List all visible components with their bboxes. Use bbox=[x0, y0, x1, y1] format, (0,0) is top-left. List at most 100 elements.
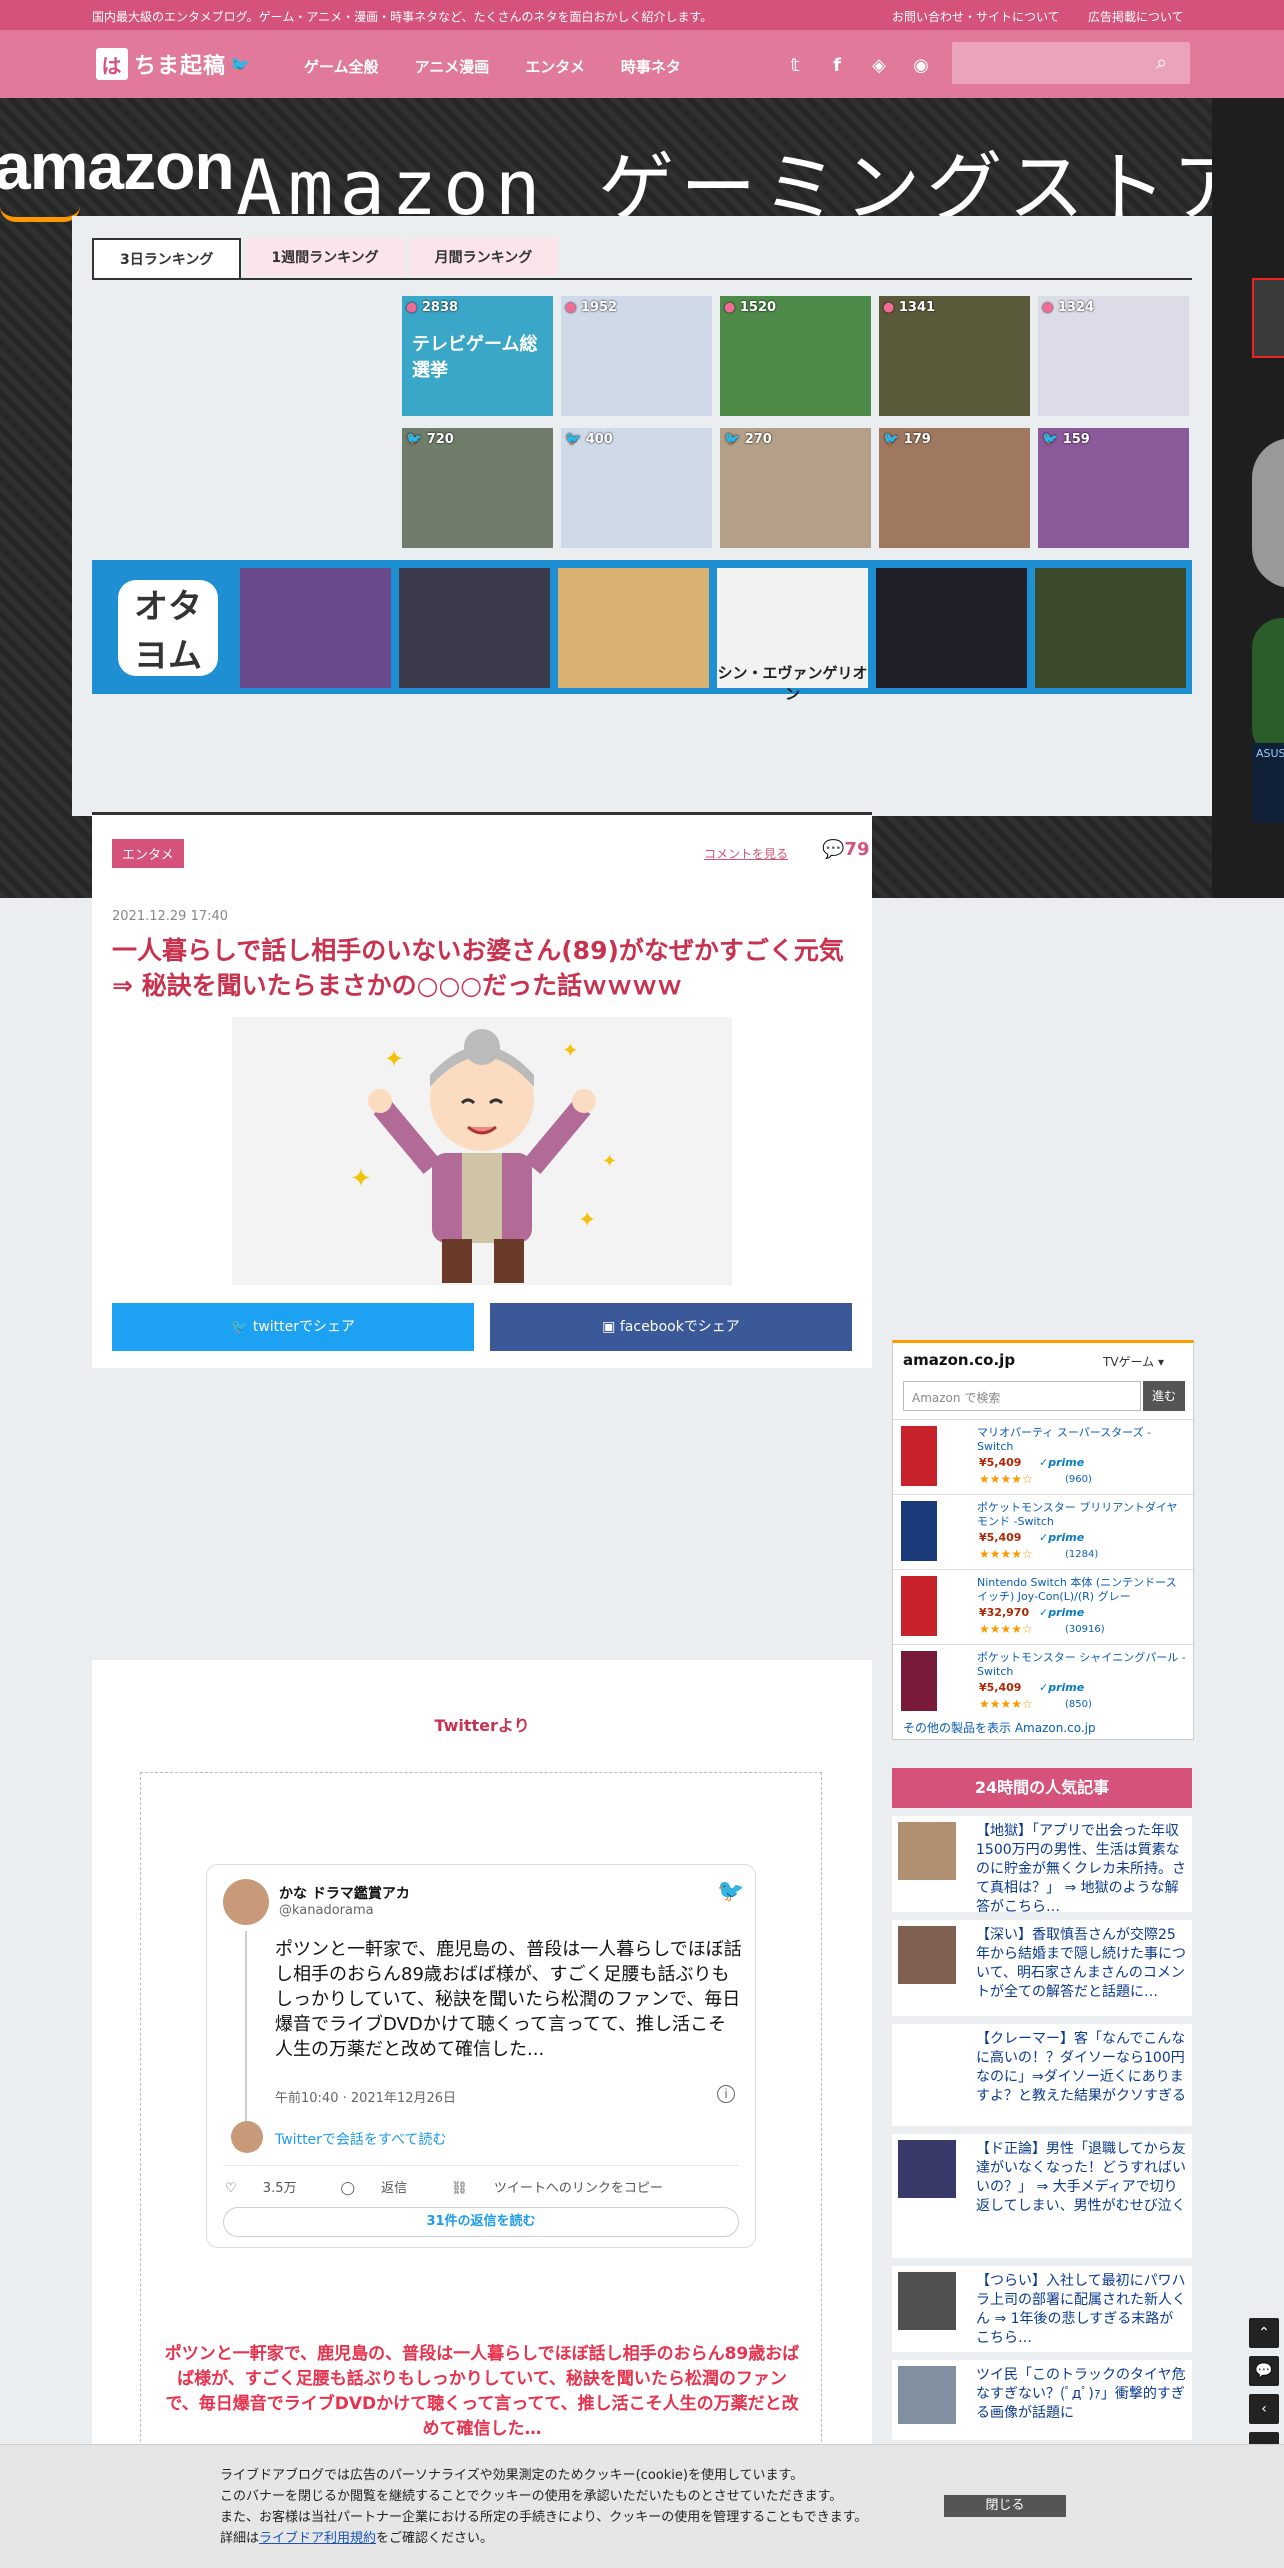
read-replies-button[interactable]: 31件の返信を読む bbox=[223, 2207, 739, 2237]
tab-1week[interactable]: 1週間ランキング bbox=[245, 238, 405, 276]
otayomu-thumbnail[interactable]: シン・エヴァンゲリオン bbox=[717, 568, 868, 703]
count-value: 159 bbox=[1062, 432, 1090, 447]
popular-title[interactable]: 【深い】香取慎吾さんが交際25年から結婚まで隠し続けた事について、明石家さんまさ… bbox=[976, 1926, 1186, 2002]
twitter-icon: 🐦 bbox=[883, 432, 904, 447]
amazon-logo[interactable]: amazon.co.jp bbox=[903, 1351, 1015, 1369]
ranking-item[interactable]: 🐦 720 bbox=[402, 428, 553, 548]
amazon-product[interactable]: マリオパーティ スーパースターズ -Switch ¥5,409 ✓prime ★★★★… bbox=[893, 1419, 1193, 1493]
otayomu-thumbnail[interactable] bbox=[876, 568, 1027, 688]
otayomu-thumbnail[interactable] bbox=[558, 568, 709, 688]
product-name[interactable]: Nintendo Switch 本体 (ニンテンドースイッチ) Joy-Con(… bbox=[977, 1576, 1187, 1604]
comment-count[interactable]: 💬79 bbox=[822, 839, 869, 860]
review-count[interactable]: (850) bbox=[1065, 1699, 1092, 1710]
ranking-item[interactable]: 🐦 400 bbox=[561, 428, 712, 548]
tweet-time[interactable]: 午前10:40 · 2021年12月26日 bbox=[275, 2087, 456, 2106]
twitter-bird-icon[interactable]: 🐦 bbox=[717, 1879, 744, 1904]
review-count[interactable]: (1284) bbox=[1065, 1549, 1098, 1560]
review-count[interactable]: (960) bbox=[1065, 1474, 1092, 1485]
ranking-item[interactable]: ● 1520 bbox=[720, 296, 871, 416]
tweet-author-name[interactable]: かな ドラマ鑑賞アカ bbox=[279, 1883, 410, 1903]
twitter-icon[interactable]: 𝕥 bbox=[780, 50, 810, 80]
popular-item[interactable]: 【ド正論】男性「退職してから友達がいなくなった！どうすればいいの？」 ⇒ 大手メ… bbox=[892, 2134, 1192, 2258]
popular-thumbnail bbox=[898, 2272, 956, 2330]
otayomu-thumbnail[interactable] bbox=[240, 568, 391, 688]
comment-icon: ● bbox=[565, 300, 581, 315]
ranking-item[interactable]: 🐦 159 bbox=[1038, 428, 1189, 548]
cookie-banner: ライブドアブログでは広告のパーソナライズや効果測定のためクッキー(cookie)… bbox=[0, 2444, 1284, 2568]
ranking-item[interactable]: 🐦 179 bbox=[879, 428, 1030, 548]
chevron-left-icon[interactable]: ‹ bbox=[1249, 2394, 1279, 2424]
category-tag[interactable]: エンタメ bbox=[112, 839, 184, 868]
popular-title[interactable]: 【クレーマー】客「なんでこんなに高いの！？ダイソーなら100円なのに」⇒ダイソー… bbox=[976, 2030, 1186, 2106]
popular-item[interactable]: 【クレーマー】客「なんでこんなに高いの！？ダイソーなら100円なのに」⇒ダイソー… bbox=[892, 2024, 1192, 2126]
share-facebook-label: facebookでシェア bbox=[619, 1319, 740, 1335]
popular-title[interactable]: 【地獄】「アプリで出会った年収1500万円の男性、生活は質素なのに貯金が無くクレ… bbox=[976, 1822, 1186, 1917]
ads-link[interactable]: 広告掲載について bbox=[1088, 8, 1184, 25]
category-select[interactable]: TVゲーム ▾ bbox=[1103, 1353, 1164, 1370]
ranking-item[interactable]: 🐦 270 bbox=[720, 428, 871, 548]
nav-news[interactable]: 時事ネタ bbox=[621, 56, 681, 77]
facebook-icon[interactable]: f bbox=[822, 50, 852, 80]
ranking-item[interactable]: ● 1341 bbox=[879, 296, 1030, 416]
scroll-top-icon[interactable]: ⌃ bbox=[1249, 2318, 1279, 2348]
feedly-icon[interactable]: ◈ bbox=[864, 50, 894, 80]
nav-anime[interactable]: アニメ漫画 bbox=[415, 56, 490, 77]
tweet-author-handle[interactable]: @kanadorama bbox=[279, 1903, 374, 1918]
popular-title[interactable]: ツイ民「このトラックのタイヤ危なすぎない？(ﾟдﾟ)ｧ」衝撃的すぎる画像が話題に bbox=[976, 2366, 1186, 2423]
amazon-product[interactable]: ポケットモンスター ブリリアントダイヤモンド -Switch ¥5,409 ✓pri… bbox=[893, 1494, 1193, 1568]
popular-item[interactable]: 【深い】香取慎吾さんが交際25年から結婚まで隠し続けた事について、明石家さんまさ… bbox=[892, 1920, 1192, 2016]
amazon-more-link[interactable]: その他の製品を表示 Amazon.co.jp bbox=[903, 1719, 1096, 1736]
ranking-item[interactable]: テレビゲーム総選挙 ● 2838 bbox=[402, 296, 553, 416]
otayomu-banner[interactable]: オタ ヨム シン・エヴァンゲリオン bbox=[92, 560, 1192, 703]
bird-icon: 🐦 bbox=[230, 54, 251, 74]
amazon-product[interactable]: ポケットモンスター シャイニングパール -Switch ¥5,409 ✓prime ★… bbox=[893, 1644, 1193, 1718]
like-button[interactable]: ♡ 3.5万 bbox=[225, 2177, 318, 2196]
contact-link[interactable]: お問い合わせ・サイトについて bbox=[892, 8, 1060, 25]
copy-link-button[interactable]: ⛓ ツイートへのリンクをコピー bbox=[451, 2177, 685, 2196]
amazon-product[interactable]: Nintendo Switch 本体 (ニンテンドースイッチ) Joy-Con(… bbox=[893, 1569, 1193, 1643]
tweet-text: ポツンと一軒家で、鹿児島の、普段は一人暮らしでほぼ話し相手のおらん89歳おばば様… bbox=[275, 1939, 742, 2060]
product-name[interactable]: マリオパーティ スーパースターズ -Switch bbox=[977, 1426, 1187, 1454]
reply-button[interactable]: ◯ 返信 bbox=[340, 2177, 429, 2196]
nav-game[interactable]: ゲーム全般 bbox=[304, 56, 379, 77]
site-logo[interactable]: は ちま起稿 🐦 bbox=[96, 48, 251, 80]
avatar[interactable] bbox=[223, 1879, 269, 1925]
comment-link[interactable]: コメントを見る bbox=[704, 845, 788, 862]
share-facebook-button[interactable]: ▣ facebookでシェア bbox=[490, 1303, 852, 1351]
ranking-count: 🐦 179 bbox=[883, 432, 931, 447]
amazon-go-button[interactable]: 進む bbox=[1143, 1381, 1185, 1411]
product-price: ¥5,409 bbox=[979, 1531, 1022, 1544]
popular-title[interactable]: 【ド正論】男性「退職してから友達がいなくなった！どうすればいいの？」 ⇒ 大手メ… bbox=[976, 2140, 1186, 2216]
comment-icon: 💬 bbox=[822, 839, 845, 860]
svg-text:✦: ✦ bbox=[562, 1038, 579, 1062]
popular-title[interactable]: 【つらい】入社して最初にパワハラ上司の部署に配属された新人くん ⇒ 1年後の悲し… bbox=[976, 2272, 1186, 2348]
otayomu-thumbnail[interactable] bbox=[1035, 568, 1186, 688]
ranking-item[interactable]: ● 1324 bbox=[1038, 296, 1189, 416]
rss-icon[interactable]: ◉ bbox=[906, 50, 936, 80]
popular-item[interactable]: 【地獄】「アプリで出会った年収1500万円の男性、生活は質素なのに貯金が無くクレ… bbox=[892, 1816, 1192, 1915]
otayomu-thumbnail[interactable] bbox=[399, 568, 550, 688]
info-icon[interactable]: i bbox=[717, 2085, 735, 2103]
review-count[interactable]: (30916) bbox=[1065, 1624, 1105, 1635]
terms-link[interactable]: ライブドア利用規約 bbox=[259, 2531, 376, 2546]
nav-entame[interactable]: エンタメ bbox=[525, 56, 585, 77]
header-nav: は ちま起稿 🐦 ゲーム全般 アニメ漫画 エンタメ 時事ネタ 𝕥 f ◈ ◉ ⌕ bbox=[0, 30, 1284, 98]
ranking-item[interactable]: ● 1952 bbox=[561, 296, 712, 416]
count-value: 1520 bbox=[739, 300, 777, 315]
search-input[interactable] bbox=[952, 42, 1142, 84]
product-name[interactable]: ポケットモンスター ブリリアントダイヤモンド -Switch bbox=[977, 1501, 1187, 1529]
product-name[interactable]: ポケットモンスター シャイニングパール -Switch bbox=[977, 1651, 1187, 1679]
product-price: ¥5,409 bbox=[979, 1456, 1022, 1469]
embedded-tweet[interactable]: かな ドラマ鑑賞アカ @kanadorama 🐦 ポツンと一軒家で、鹿児島の、普… bbox=[206, 1864, 756, 2248]
tab-3day[interactable]: 3日ランキング bbox=[92, 238, 242, 278]
popular-item[interactable]: ツイ民「このトラックのタイヤ危なすぎない？(ﾟдﾟ)ｧ」衝撃的すぎる画像が話題に bbox=[892, 2360, 1192, 2440]
popular-item[interactable]: 【つらい】入社して最初にパワハラ上司の部署に配属された新人くん ⇒ 1年後の悲し… bbox=[892, 2266, 1192, 2352]
comment-icon[interactable]: 💬 bbox=[1249, 2356, 1279, 2386]
search-icon[interactable]: ⌕ bbox=[1156, 50, 1182, 76]
article-date: 2021.12.29 17:40 bbox=[112, 909, 229, 924]
read-conversation-link[interactable]: Twitterで会話をすべて読む bbox=[275, 2129, 446, 2149]
share-twitter-button[interactable]: 🐦 twitterでシェア bbox=[112, 1303, 474, 1351]
cookie-close-button[interactable]: 閉じる bbox=[944, 2495, 1066, 2517]
tab-monthly[interactable]: 月間ランキング bbox=[408, 238, 559, 276]
amazon-search-input[interactable]: Amazon で検索 bbox=[903, 1381, 1141, 1411]
